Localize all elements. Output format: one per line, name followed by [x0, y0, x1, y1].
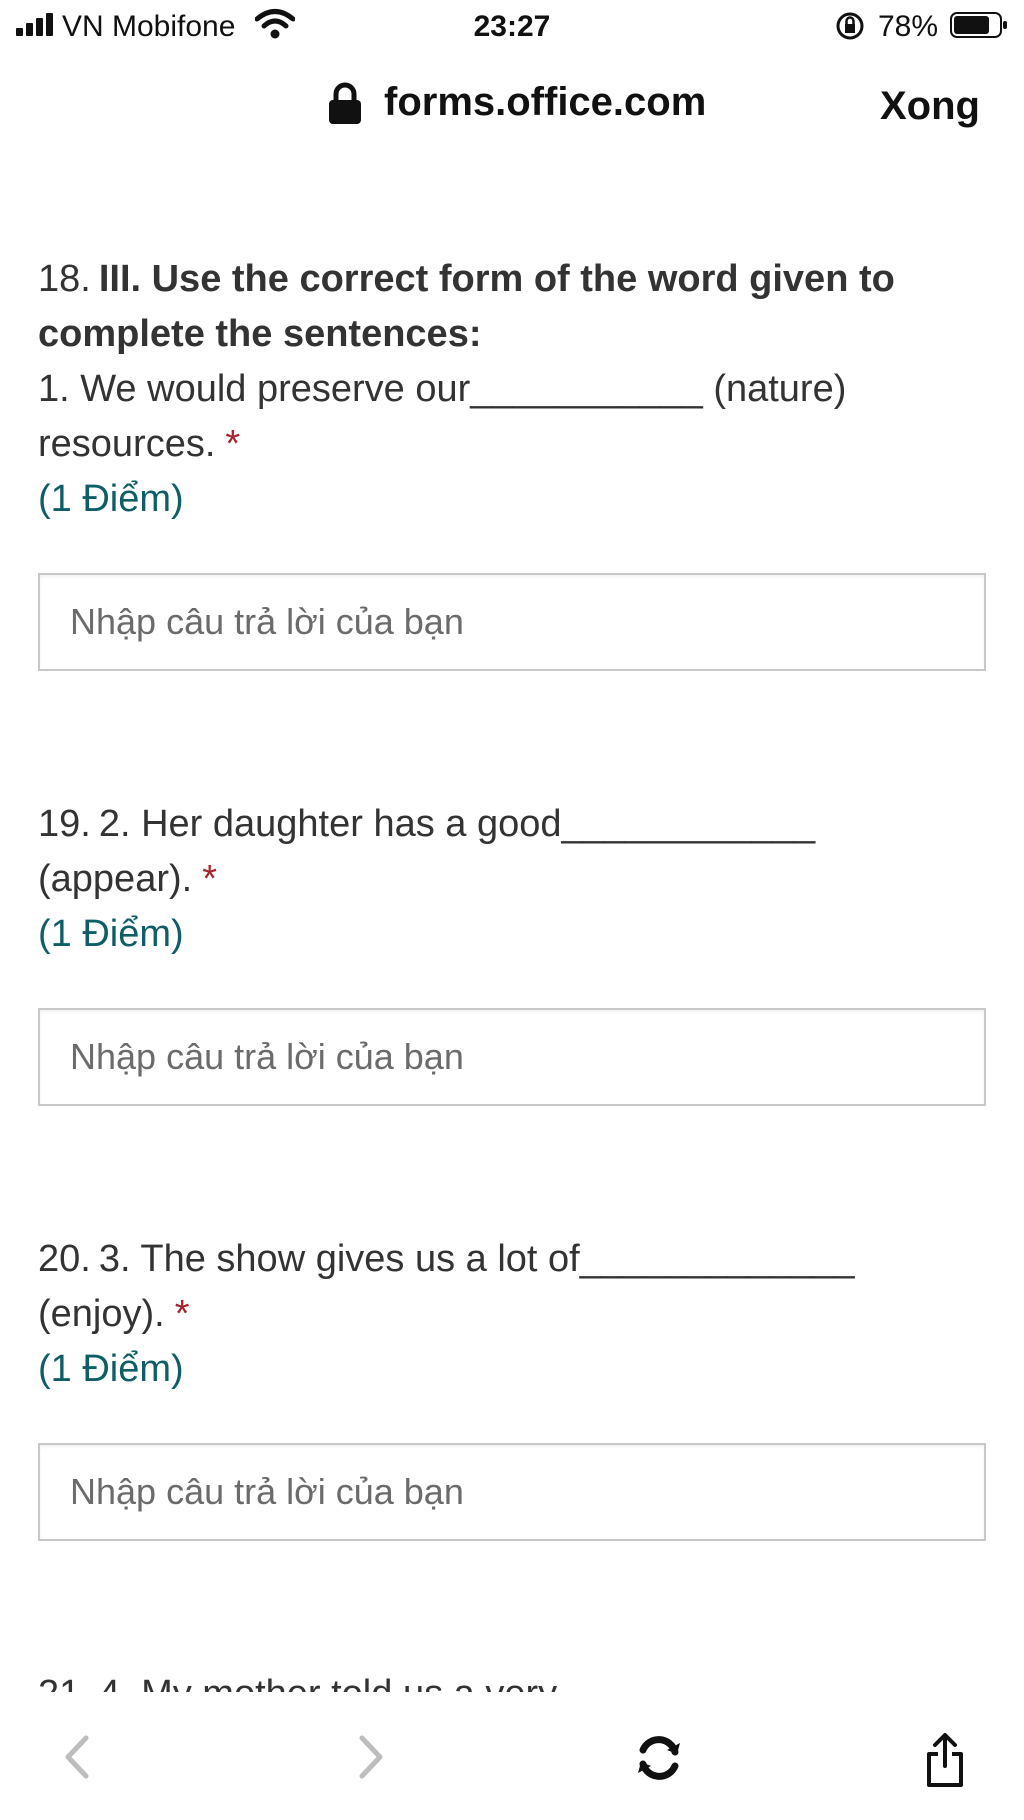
reload-icon[interactable] [633, 1732, 685, 1784]
question-19: 19. 2. Her daughter has a good___________… [38, 797, 998, 1106]
required-asterisk: * [174, 1293, 190, 1335]
question-text: 1. We would preserve our___________ (nat… [38, 368, 847, 465]
browser-url-bar: forms.office.com Xong [0, 70, 1024, 140]
question-text: 3. The show gives us a lot of___________… [38, 1238, 855, 1335]
share-icon[interactable] [924, 1732, 966, 1788]
question-heading: III. Use the correct form of the word gi… [38, 258, 895, 355]
question-number: 18. [38, 258, 91, 300]
clock: 23:27 [473, 10, 551, 43]
question-title: 18. III. Use the correct form of the word… [38, 252, 998, 472]
question-text: 2. Her daughter has a good____________ (… [38, 803, 816, 900]
forward-icon[interactable] [356, 1732, 388, 1782]
answer-input[interactable] [38, 573, 986, 671]
url-text[interactable]: forms.office.com [384, 80, 706, 125]
question-number: 19. [38, 803, 91, 845]
question-title: 19. 2. Her daughter has a good___________… [38, 797, 998, 907]
form-content: 18. III. Use the correct form of the word… [38, 252, 998, 1692]
battery-percent: 78% [878, 10, 939, 43]
question-21: 21. 4. My mother told us a very [38, 1667, 998, 1692]
question-number: 20. [38, 1238, 91, 1280]
browser-toolbar [0, 1718, 1024, 1818]
rotation-lock-icon [836, 12, 864, 40]
back-icon[interactable] [60, 1732, 92, 1782]
padlock-icon [329, 82, 361, 124]
status-bar: VN Mobifone 23:27 78% [0, 0, 1024, 52]
question-points: (1 Điểm) [38, 1348, 184, 1390]
question-number: 21. [38, 1673, 91, 1692]
question-title: 20. 3. The show gives us a lot of________… [38, 1232, 998, 1342]
question-points: (1 Điểm) [38, 913, 184, 955]
question-20: 20. 3. The show gives us a lot of________… [38, 1232, 998, 1541]
battery-icon [950, 12, 1007, 38]
required-asterisk: * [202, 858, 217, 900]
question-18: 18. III. Use the correct form of the word… [38, 252, 998, 671]
question-title: 21. 4. My mother told us a very [38, 1667, 998, 1692]
answer-input[interactable] [38, 1008, 986, 1106]
done-button[interactable]: Xong [880, 84, 980, 129]
question-text: 4. My mother told us a very [99, 1673, 557, 1692]
required-asterisk: * [225, 423, 241, 465]
answer-input[interactable] [38, 1443, 986, 1541]
question-points: (1 Điểm) [38, 478, 184, 520]
